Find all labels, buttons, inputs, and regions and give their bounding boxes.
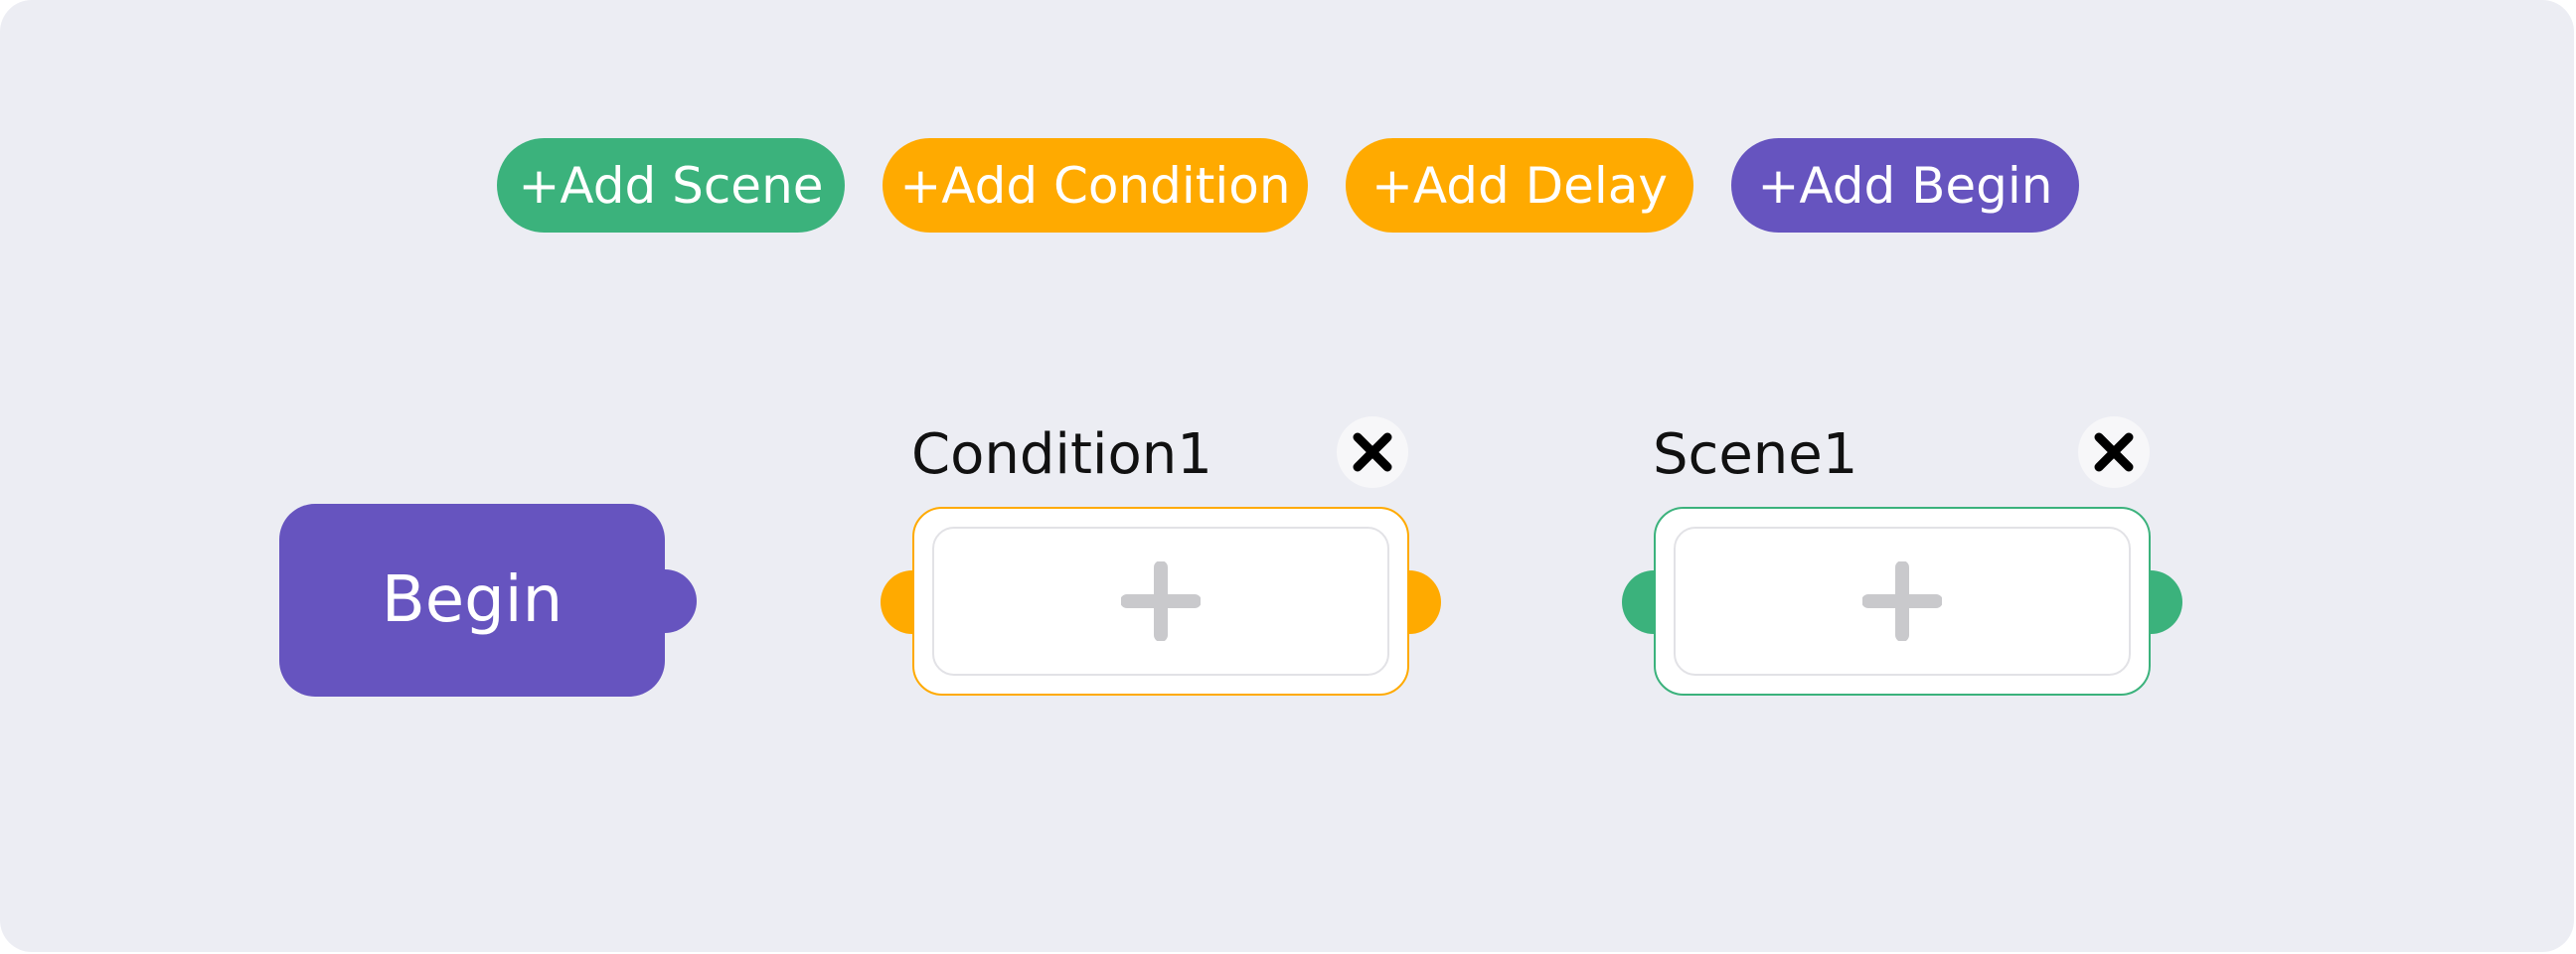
condition-add-area[interactable] — [932, 527, 1389, 676]
condition-node-title: Condition1 — [911, 422, 1212, 487]
close-icon — [2094, 432, 2134, 472]
add-scene-button[interactable]: +Add Scene — [497, 138, 845, 233]
close-icon — [1353, 432, 1392, 472]
scene-add-area[interactable] — [1674, 527, 2131, 676]
plus-icon — [1862, 561, 1942, 641]
add-begin-button[interactable]: +Add Begin — [1731, 138, 2079, 233]
condition-node — [912, 507, 1409, 696]
plus-icon — [1121, 561, 1201, 641]
condition-close-button[interactable] — [1337, 416, 1408, 488]
scene-node — [1654, 507, 2151, 696]
add-delay-button[interactable]: +Add Delay — [1346, 138, 1693, 233]
flow-canvas: +Add Scene +Add Condition +Add Delay +Ad… — [0, 0, 2574, 952]
begin-node-label: Begin — [381, 563, 564, 637]
scene-close-button[interactable] — [2078, 416, 2150, 488]
begin-node[interactable]: Begin — [279, 504, 665, 697]
scene-node-title: Scene1 — [1653, 422, 1858, 487]
add-condition-button[interactable]: +Add Condition — [883, 138, 1308, 233]
